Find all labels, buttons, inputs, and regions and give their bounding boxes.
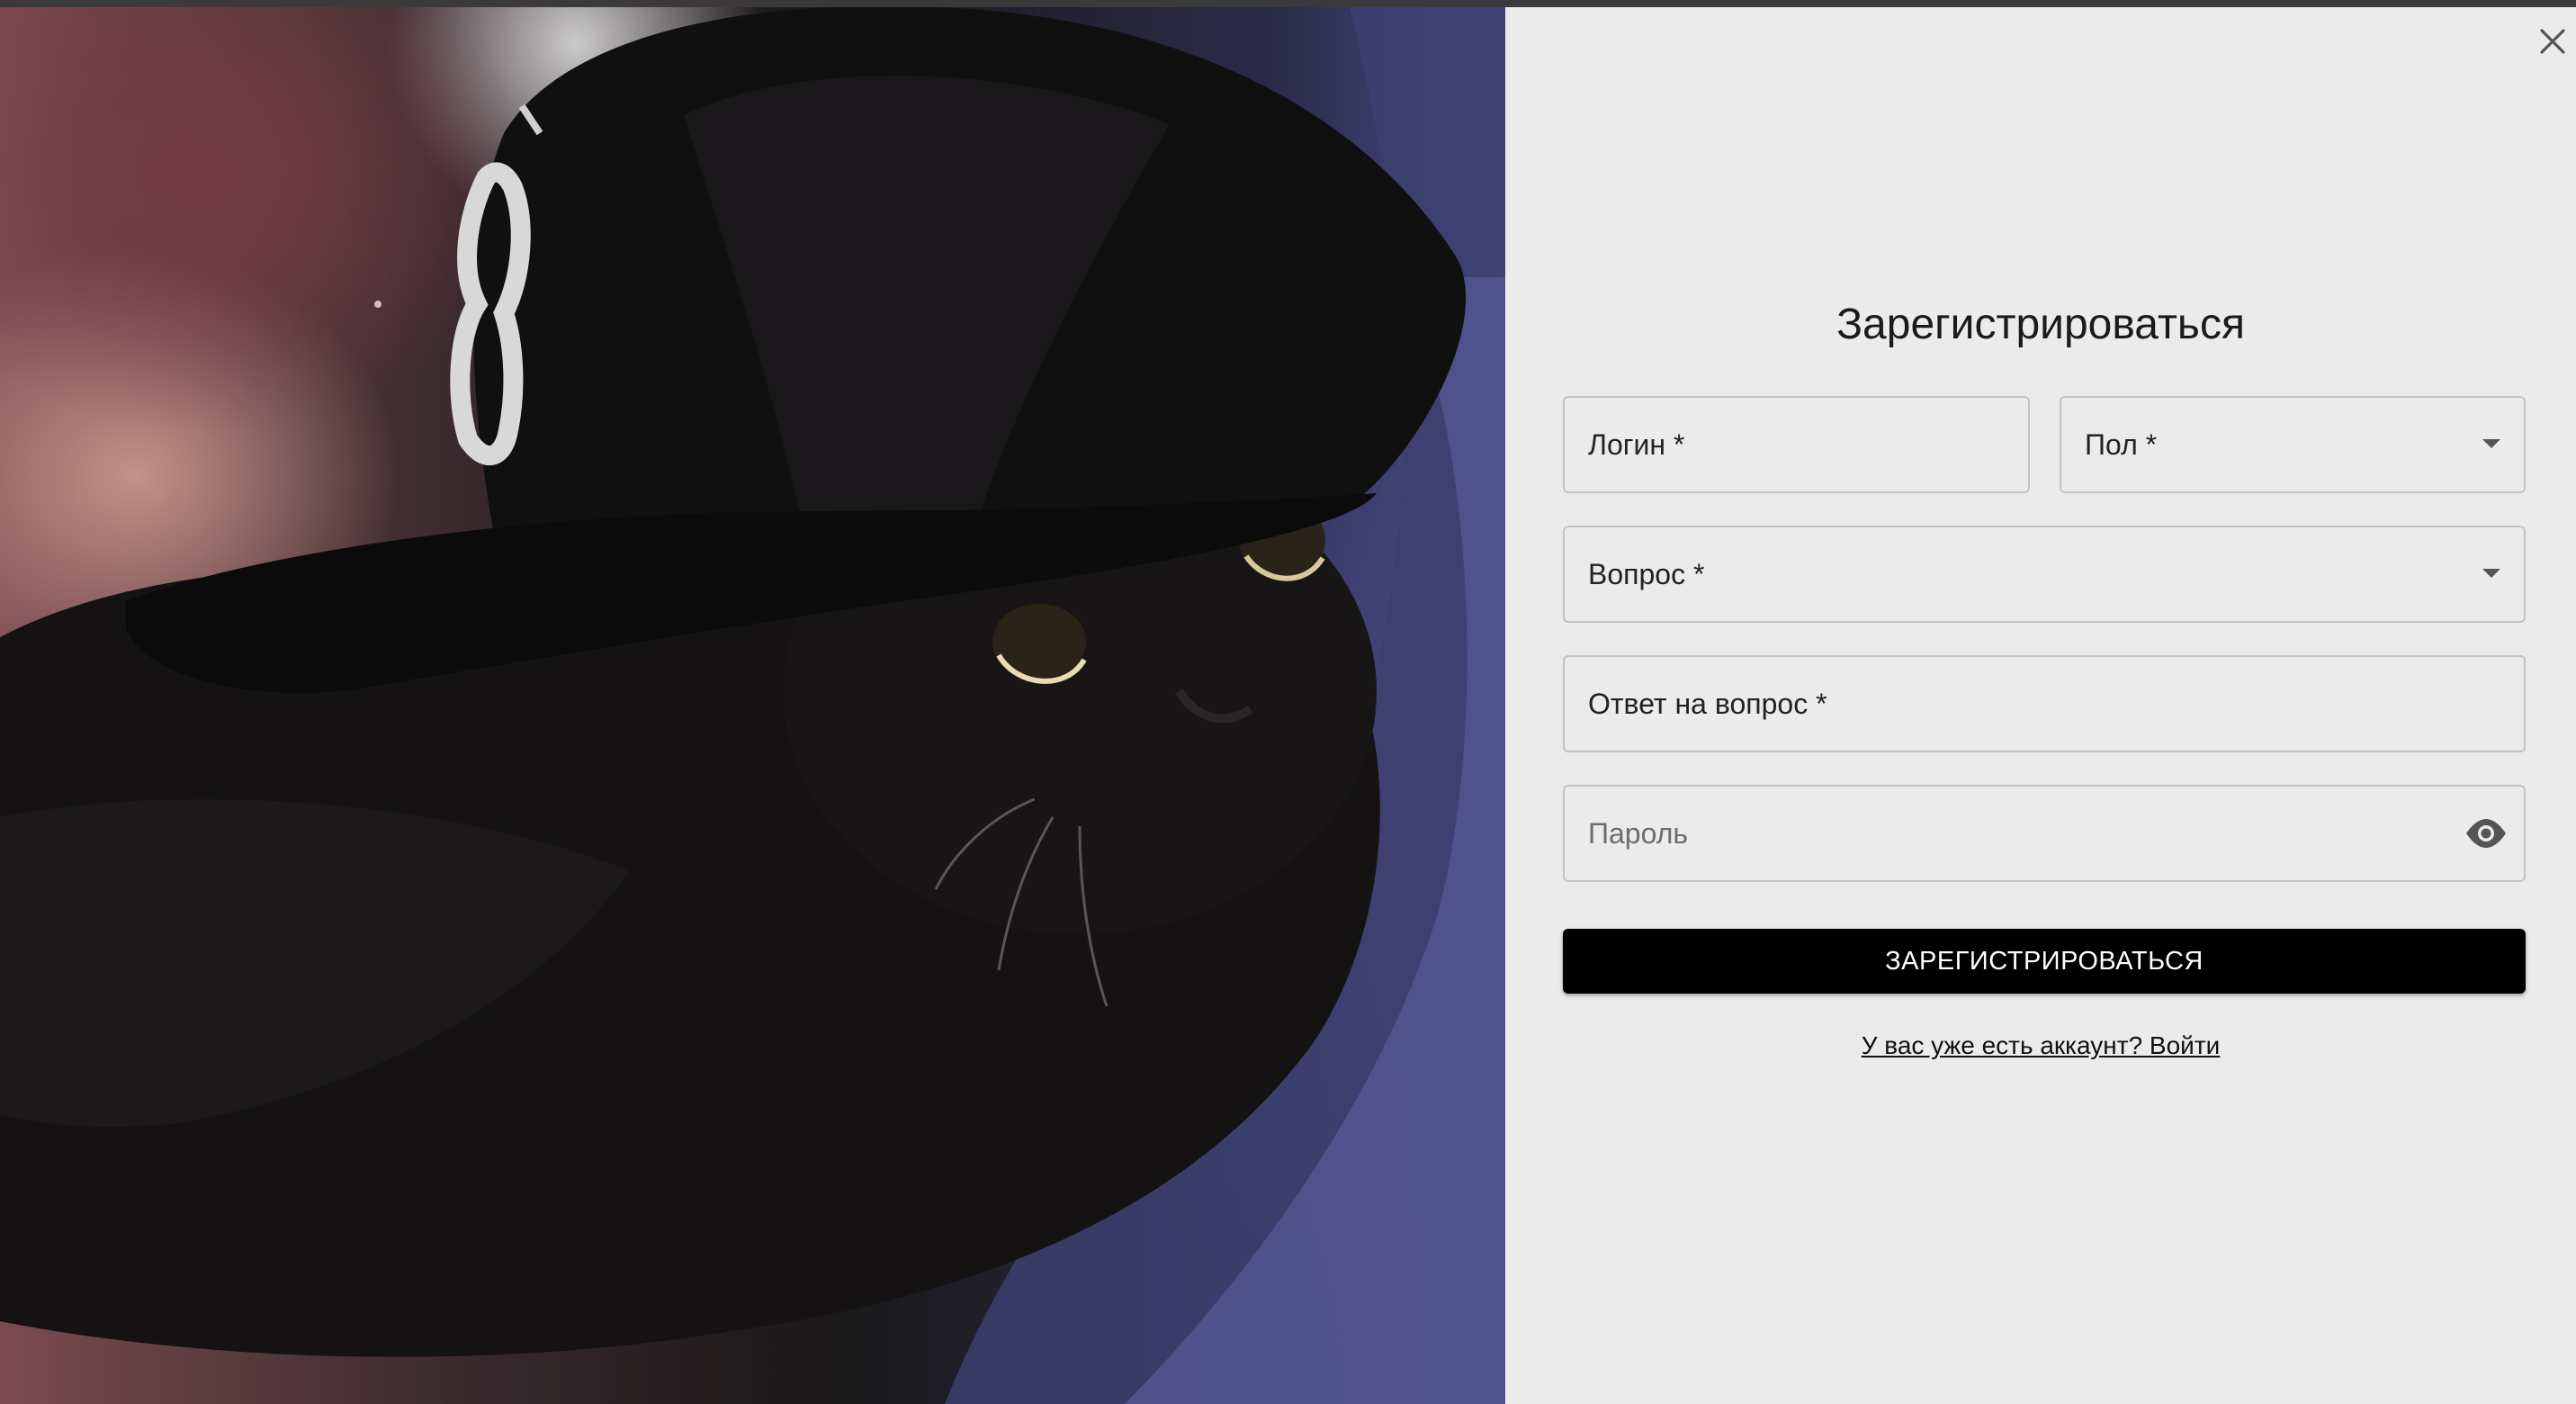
login-field-label: Логин *	[1588, 428, 1685, 461]
answer-field[interactable]: Ответ на вопрос *	[1563, 655, 2526, 752]
chevron-down-icon	[2482, 439, 2500, 448]
password-field-placeholder: Пароль	[1588, 816, 1689, 850]
close-icon	[2540, 29, 2565, 54]
close-button[interactable]	[2535, 23, 2571, 59]
question-select[interactable]: Вопрос *	[1563, 526, 2526, 623]
gender-select-label: Пол *	[2085, 428, 2158, 461]
cat-photo	[0, 7, 1505, 1404]
window-top-border	[0, 0, 2576, 7]
register-button[interactable]: ЗАРЕГИСТРИРОВАТЬСЯ	[1563, 929, 2526, 994]
registration-panel: Зарегистрироваться Логин * Пол * Вопрос …	[1505, 7, 2576, 1404]
gender-select[interactable]: Пол *	[2060, 396, 2526, 493]
password-field[interactable]: Пароль	[1563, 785, 2526, 882]
login-field[interactable]: Логин *	[1563, 396, 2030, 493]
login-link[interactable]: У вас уже есть аккаунт? Войти	[1505, 1031, 2576, 1060]
toggle-password-visibility-button[interactable]	[2464, 815, 2508, 851]
page-title: Зарегистрироваться	[1836, 301, 2245, 348]
question-select-label: Вопрос *	[1588, 557, 1705, 590]
chevron-down-icon	[2482, 569, 2500, 578]
answer-field-label: Ответ на вопрос *	[1588, 687, 1827, 720]
eye-icon	[2466, 819, 2506, 848]
cat-photo-illustration	[0, 7, 1505, 1404]
